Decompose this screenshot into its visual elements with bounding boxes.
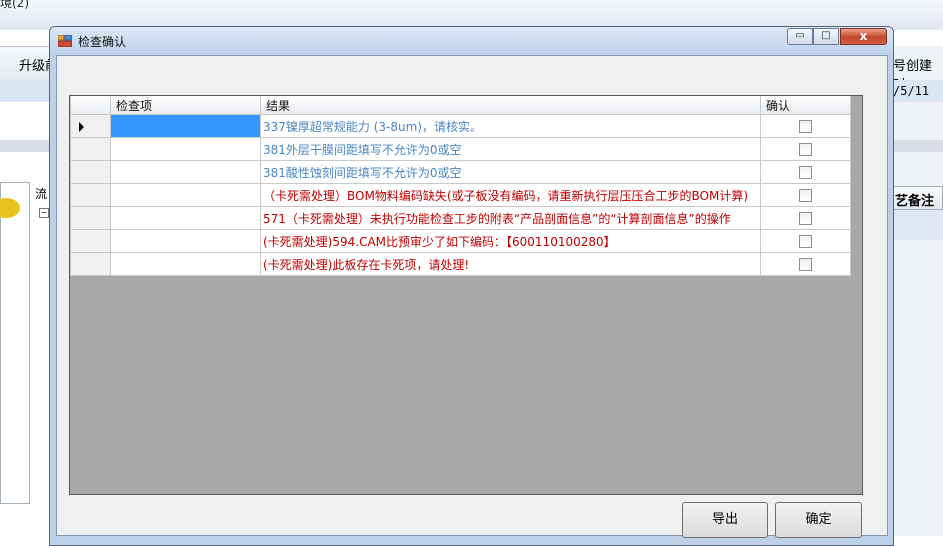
tree-collapse-icon[interactable]: − [39, 208, 49, 218]
check-item-cell[interactable] [110, 160, 261, 184]
row-header-corner[interactable] [70, 96, 111, 115]
check-item-cell[interactable] [110, 252, 261, 276]
result-cell[interactable]: 381酸性蚀刻间距填写不允许为0或空 [260, 160, 761, 184]
form-icon [58, 35, 72, 47]
background-right-column [892, 46, 943, 536]
table-row[interactable]: 337镍厚超常规能力 (3-8um)，请核实。 [70, 114, 851, 138]
minimize-button[interactable]: ▭ [787, 28, 813, 45]
check-item-cell[interactable] [110, 114, 261, 138]
current-row-arrow-icon [79, 121, 84, 132]
table-row[interactable]: 381外层干膜间距填写不允许为0或空 [70, 137, 851, 161]
column-header-confirm[interactable]: 确认 [760, 96, 851, 115]
background-panel-label: 流 [35, 187, 48, 201]
check-grid[interactable]: 检查项 结果 确认 337镍厚超常规能力 (3-8um)，请核实。 381外层干… [70, 96, 851, 276]
column-header-result[interactable]: 结果 [260, 96, 761, 115]
column-header-item[interactable]: 检查项 [110, 96, 261, 115]
row-header[interactable] [70, 229, 111, 253]
maximize-button[interactable]: □ [813, 28, 839, 45]
background-column-header-remark[interactable]: 艺备注 [890, 186, 943, 210]
grid-header-row: 检查项 结果 确认 [70, 96, 851, 115]
background-selected-cell [890, 210, 943, 240]
dialog-titlebar[interactable] [50, 27, 893, 55]
background-left-panel [0, 182, 30, 504]
check-item-cell[interactable] [110, 183, 261, 207]
confirm-checkbox[interactable] [799, 258, 812, 271]
confirm-checkbox[interactable] [799, 212, 812, 225]
close-button[interactable]: x [840, 28, 887, 45]
confirm-cell[interactable] [760, 206, 851, 230]
confirm-cell[interactable] [760, 137, 851, 161]
check-item-cell[interactable] [110, 137, 261, 161]
confirm-button[interactable]: 确定 [775, 502, 862, 538]
result-cell[interactable]: 337镍厚超常规能力 (3-8um)，请核实。 [260, 114, 761, 138]
row-header[interactable] [70, 252, 111, 276]
result-cell[interactable]: 571（卡死需处理）未执行功能检查工步的附表“产品剖面信息”的“计算剖面信息”的… [260, 206, 761, 230]
dialog-title: 检查确认 [78, 35, 127, 49]
confirm-checkbox[interactable] [799, 120, 812, 133]
confirm-checkbox[interactable] [799, 143, 812, 156]
row-header[interactable] [70, 137, 111, 161]
row-header[interactable] [70, 183, 111, 207]
background-window-title: 境(2) [0, 0, 29, 10]
check-item-cell[interactable] [110, 229, 261, 253]
result-cell[interactable]: 381外层干膜间距填写不允许为0或空 [260, 137, 761, 161]
table-row[interactable]: 571（卡死需处理）未执行功能检查工步的附表“产品剖面信息”的“计算剖面信息”的… [70, 206, 851, 230]
background-row-date: /5/11 [893, 84, 930, 98]
row-header[interactable] [70, 206, 111, 230]
row-header[interactable] [70, 160, 111, 184]
confirm-cell[interactable] [760, 160, 851, 184]
confirm-cell[interactable] [760, 252, 851, 276]
result-cell[interactable]: (卡死需处理)594.CAM比预审少了如下编码：【600110100280】 [260, 229, 761, 253]
table-row[interactable]: (卡死需处理)此板存在卡死项，请处理! [70, 252, 851, 276]
row-header[interactable] [70, 114, 111, 138]
export-button[interactable]: 导出 [682, 502, 768, 538]
confirm-cell[interactable] [760, 114, 851, 138]
confirm-cell[interactable] [760, 183, 851, 207]
confirm-cell[interactable] [760, 229, 851, 253]
result-cell[interactable]: （卡死需处理）BOM物料编码缺失(或子板没有编码，请重新执行层压压合工步的BOM… [260, 183, 761, 207]
table-row[interactable]: (卡死需处理)594.CAM比预审少了如下编码：【600110100280】 [70, 229, 851, 253]
confirm-checkbox[interactable] [799, 189, 812, 202]
table-row[interactable]: （卡死需处理）BOM物料编码缺失(或子板没有编码，请重新执行层压压合工步的BOM… [70, 183, 851, 207]
check-item-cell[interactable] [110, 206, 261, 230]
confirm-checkbox[interactable] [799, 235, 812, 248]
confirm-checkbox[interactable] [799, 166, 812, 179]
table-row[interactable]: 381酸性蚀刻间距填写不允许为0或空 [70, 160, 851, 184]
result-cell[interactable]: (卡死需处理)此板存在卡死项，请处理! [260, 252, 761, 276]
